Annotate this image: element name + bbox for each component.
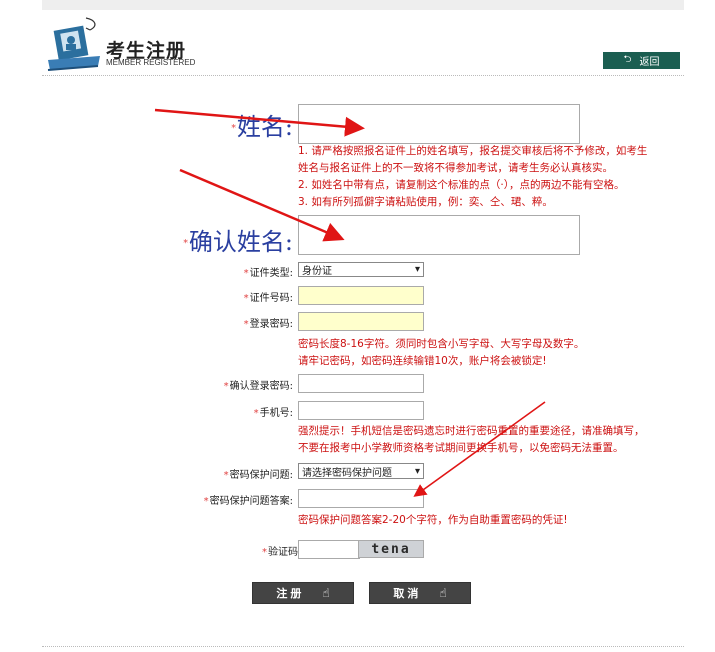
id-type-label: *证件类型: bbox=[243, 268, 293, 279]
cancel-button-label: 取消 bbox=[393, 587, 422, 600]
back-button-label: 返回 bbox=[639, 57, 660, 68]
id-number-label: *证件号码: bbox=[243, 293, 293, 304]
register-button[interactable]: 注册 ☝ bbox=[252, 582, 354, 604]
password-hint: 密码长度8-16字符。须同时包含小写字母、大写字母及数字。 请牢记密码，如密码连… bbox=[298, 338, 585, 367]
page-header: 考生注册 MEMBER REGISTERED ⮌ 返回 bbox=[42, 10, 684, 76]
back-button[interactable]: ⮌ 返回 bbox=[603, 52, 680, 69]
cancel-button[interactable]: 取消 ☝ bbox=[369, 582, 471, 604]
security-question-select[interactable]: 请选择密码保护问题 ▾ bbox=[298, 463, 424, 479]
captcha-input[interactable] bbox=[298, 540, 360, 559]
pointer-hand-icon: ☝ bbox=[322, 586, 330, 600]
chevron-down-icon: ▾ bbox=[414, 264, 420, 275]
password-input[interactable] bbox=[298, 312, 424, 331]
confirm-password-label: *确认登录密码: bbox=[223, 381, 293, 392]
password-label: *登录密码: bbox=[243, 319, 293, 330]
pointer-hand-icon: ☝ bbox=[439, 586, 447, 600]
confirm-name-label: *确认姓名: bbox=[183, 228, 293, 256]
footer-divider bbox=[42, 646, 684, 647]
chevron-down-icon: ▾ bbox=[414, 465, 420, 477]
captcha-image[interactable]: tena bbox=[358, 540, 424, 558]
id-type-select[interactable]: 身份证 ▾ bbox=[298, 262, 424, 277]
name-label: *姓名: bbox=[231, 113, 293, 141]
register-button-label: 注册 bbox=[276, 587, 305, 600]
security-answer-hint: 密码保护问题答案2-20个字符，作为自助重置密码的凭证! bbox=[298, 514, 568, 526]
id-number-input[interactable] bbox=[298, 286, 424, 305]
phone-input[interactable] bbox=[298, 401, 424, 420]
security-answer-input[interactable] bbox=[298, 489, 424, 508]
registration-logo-icon bbox=[47, 17, 100, 71]
confirm-password-input[interactable] bbox=[298, 374, 424, 393]
top-bar bbox=[42, 0, 684, 10]
name-hint: 1. 请严格按照报名证件上的姓名填写，报名提交审核后将不予修改，如考生 姓名与报… bbox=[298, 145, 648, 208]
phone-label: *手机号: bbox=[253, 408, 293, 419]
page-subtitle: MEMBER REGISTERED bbox=[106, 58, 196, 67]
security-answer-label: *密码保护问题答案: bbox=[203, 496, 293, 507]
phone-hint: 强烈提示！手机短信是密码遗忘时进行密码重置的重要途径，请准确填写， 不要在报考中… bbox=[298, 425, 645, 454]
security-question-label: *密码保护问题: bbox=[223, 470, 293, 481]
confirm-name-input[interactable] bbox=[298, 215, 580, 255]
back-arrow-icon: ⮌ bbox=[623, 54, 632, 65]
captcha-label: *验证码 bbox=[262, 547, 298, 558]
name-input[interactable] bbox=[298, 104, 580, 144]
